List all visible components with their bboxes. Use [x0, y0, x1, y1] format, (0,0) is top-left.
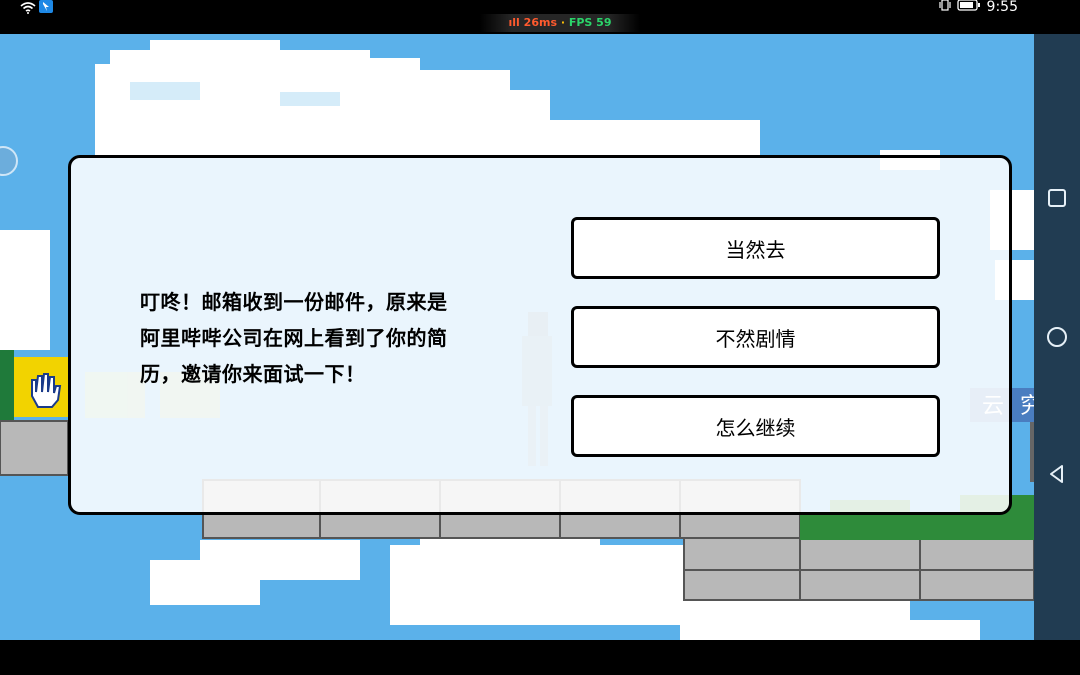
cloud-left — [0, 230, 50, 350]
latency-readout: 26ms — [523, 16, 557, 29]
bluetooth-notification-icon — [39, 0, 53, 13]
message-line: 阿里哔哔公司在网上看到了你的简 — [140, 326, 448, 350]
choice-button-plot[interactable]: 不然剧情 — [571, 306, 940, 368]
home-circle-icon[interactable] — [1045, 325, 1069, 349]
signal-bars: ıll — [508, 16, 520, 29]
system-indicators: 9:55 — [938, 0, 1018, 15]
clock: 9:55 — [986, 0, 1018, 15]
message-line: 历，邀请你来面试一下！ — [140, 362, 366, 386]
stone-platform-left — [0, 420, 69, 476]
battery-icon — [956, 0, 981, 15]
choice-label: 当然去 — [725, 237, 786, 262]
choice-button-continue[interactable]: 怎么继续 — [571, 395, 940, 457]
hand-icon — [27, 372, 63, 408]
separator: · — [557, 16, 569, 29]
choice-label: 怎么继续 — [715, 415, 796, 440]
dialog-message: 叮咚！邮箱收到一份邮件，原来是 阿里哔哔公司在网上看到了你的简 历，邀请你来面试… — [140, 284, 510, 392]
vibrate-icon — [938, 0, 951, 15]
recent-apps-icon[interactable] — [1045, 186, 1069, 210]
android-navigation-bar — [1034, 34, 1080, 640]
back-triangle-icon[interactable] — [1045, 462, 1069, 486]
status-bar: ıll 26ms · FPS 59 9:55 — [0, 0, 1080, 34]
choice-label: 不然剧情 — [715, 326, 796, 351]
performance-overlay: ıll 26ms · FPS 59 — [480, 14, 640, 32]
stone-platform-right — [683, 537, 1034, 601]
fps-readout: FPS 59 — [568, 16, 612, 29]
sign-glyph-2: 究 — [1020, 394, 1034, 419]
bottom-bar — [0, 640, 1080, 675]
message-line: 叮咚！邮箱收到一份邮件，原来是 — [140, 290, 448, 314]
choice-button-go[interactable]: 当然去 — [571, 217, 940, 279]
wifi-icon — [20, 1, 36, 18]
